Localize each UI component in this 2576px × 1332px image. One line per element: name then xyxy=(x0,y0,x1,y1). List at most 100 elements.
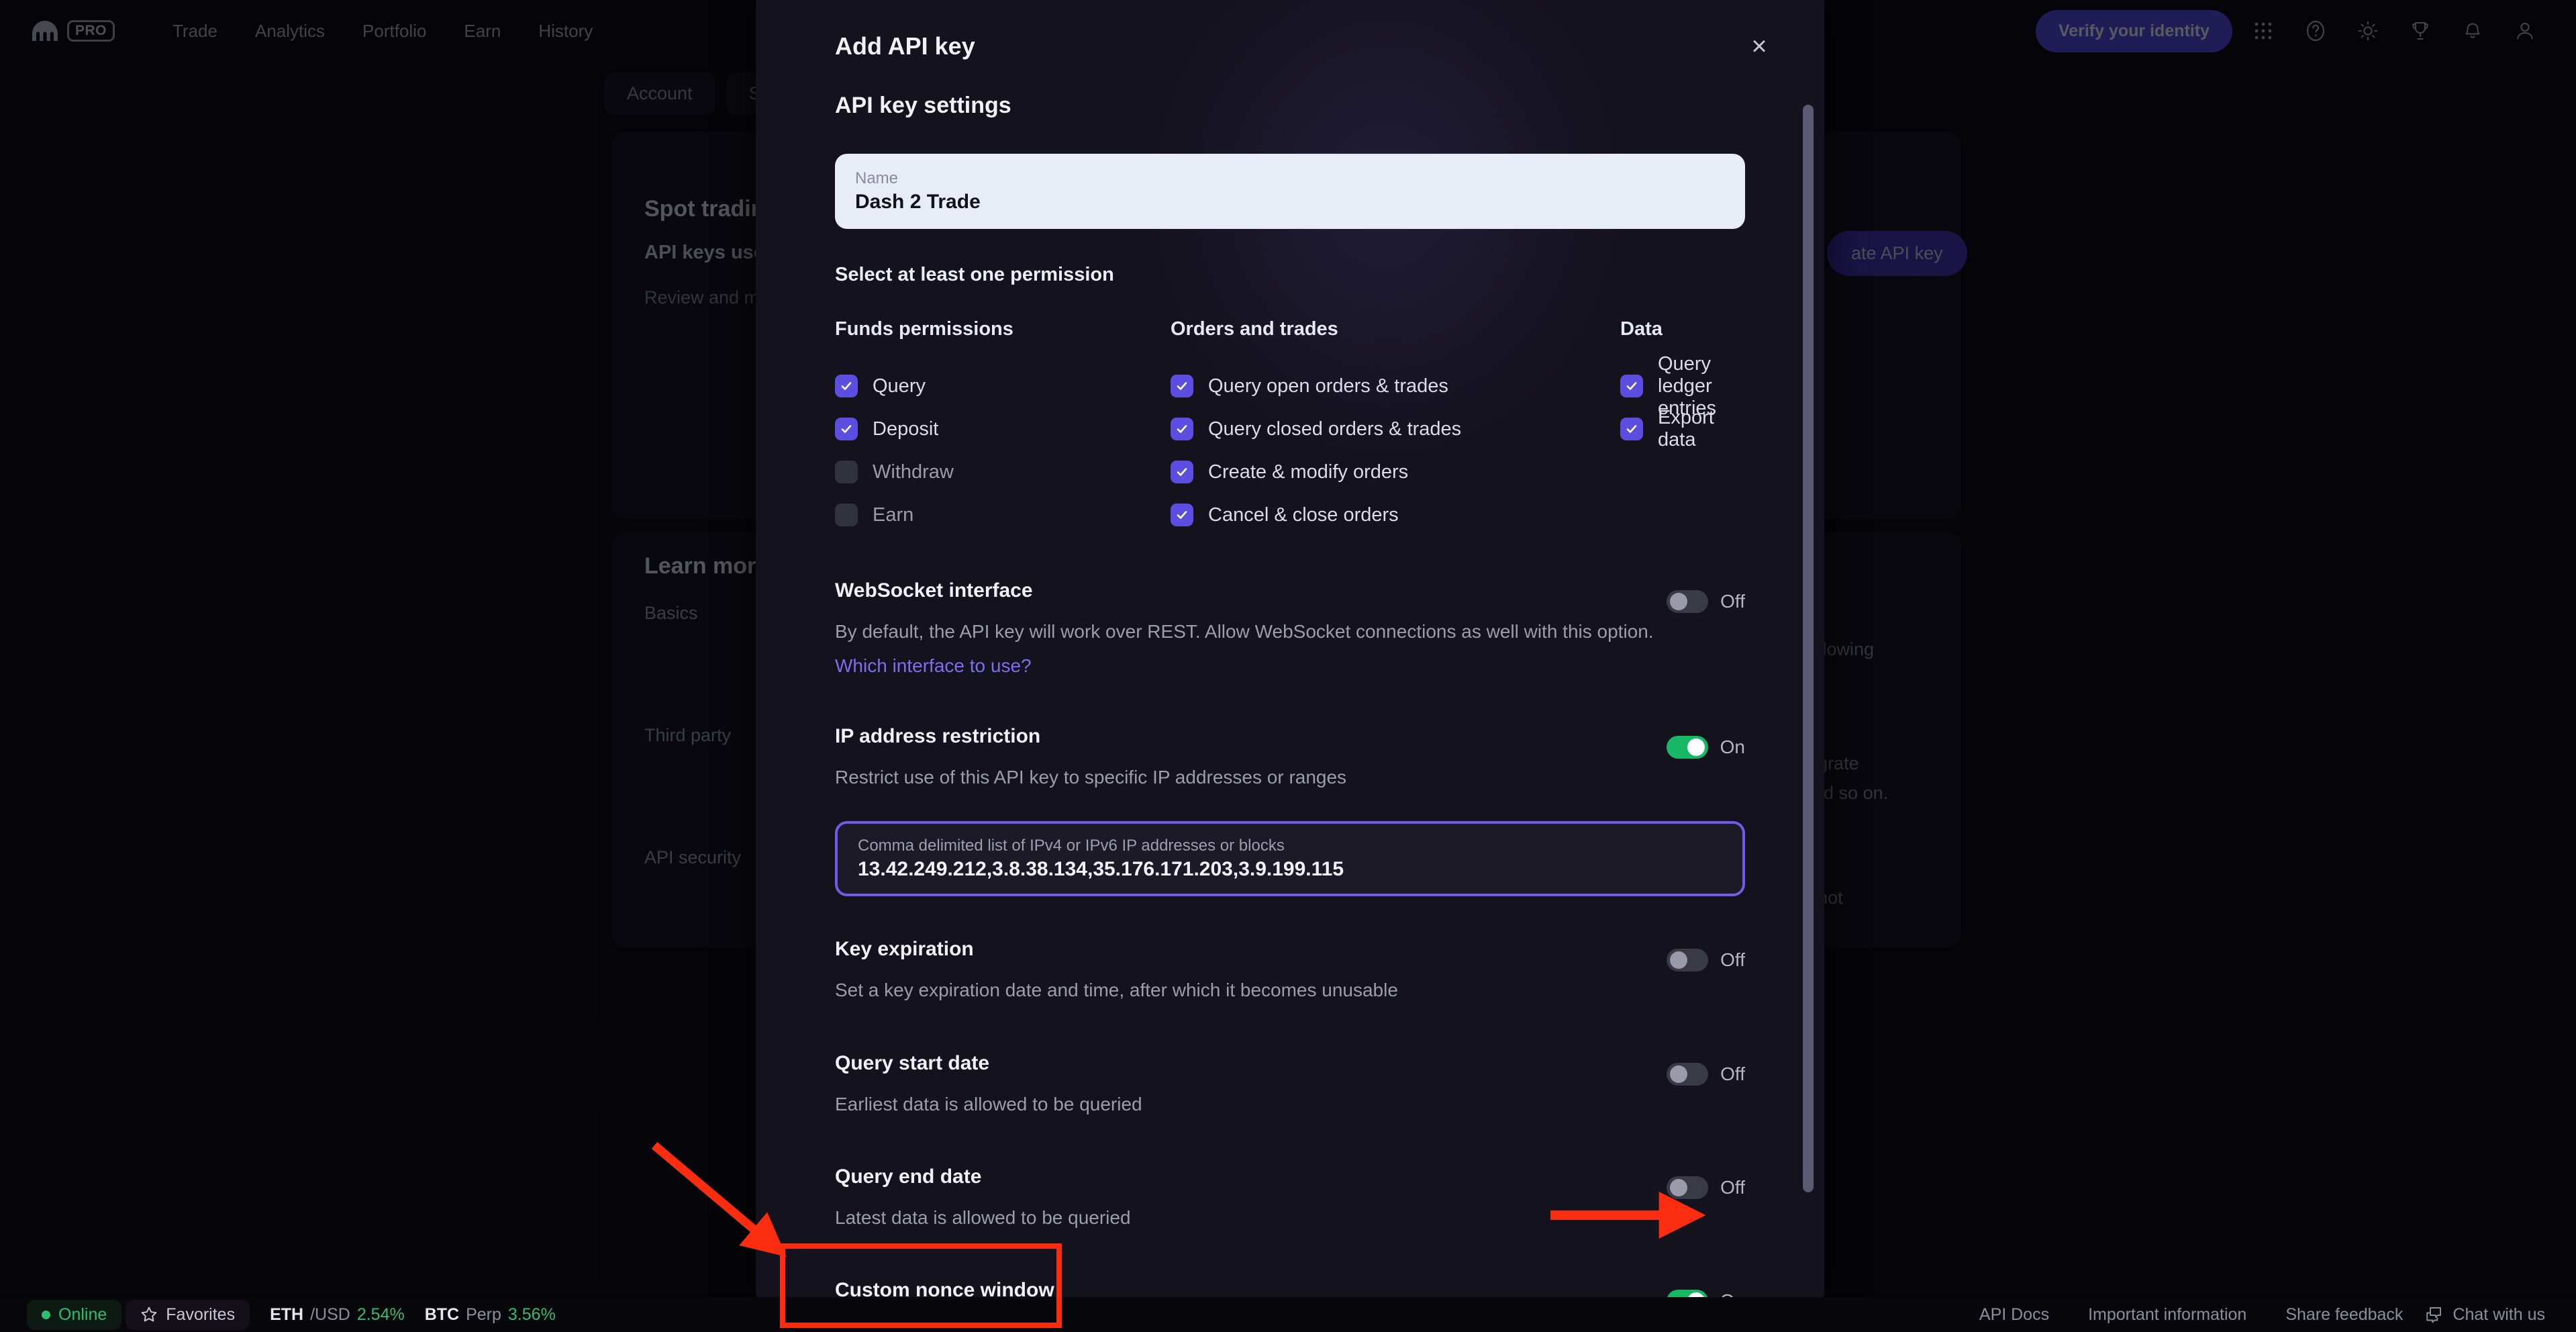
toggle-switch-off-icon[interactable] xyxy=(1667,590,1709,613)
favorites-button[interactable]: Favorites xyxy=(126,1299,250,1330)
status-dot-icon xyxy=(42,1310,50,1319)
chat-with-us-button[interactable]: Chat with us xyxy=(2424,1305,2549,1325)
toggle-switch-off-icon[interactable] xyxy=(1667,949,1709,972)
setting-description: By default, the API key will work over R… xyxy=(835,621,1654,642)
checkbox-checked-icon[interactable] xyxy=(1171,504,1193,526)
modal-title: Add API key xyxy=(835,32,975,60)
important-information-link[interactable]: Important information xyxy=(2071,1305,2264,1325)
permission-group-orders: Orders and trades Query open orders & tr… xyxy=(1171,318,1620,536)
checkbox-checked-icon[interactable] xyxy=(835,418,858,440)
orders-trades-heading: Orders and trades xyxy=(1171,318,1338,340)
setting-description: Restrict use of this API key to specific… xyxy=(835,767,1347,788)
funds-permissions-heading: Funds permissions xyxy=(835,318,1013,340)
permission-label: Query open orders & trades xyxy=(1208,375,1448,397)
name-input-value: Dash 2 Trade xyxy=(855,190,981,213)
permission-label: Query closed orders & trades xyxy=(1208,418,1462,440)
permission-query[interactable]: Query xyxy=(835,365,1171,408)
toggle-state-label: Off xyxy=(1720,591,1745,612)
toggle-switch-on-icon[interactable] xyxy=(1666,736,1708,759)
add-api-key-modal: Add API key × API key settings Name Dash… xyxy=(756,0,1824,1302)
setting-ip-restriction: IP address restriction Restrict use of t… xyxy=(835,701,1745,797)
ip-restriction-toggle[interactable]: On xyxy=(1666,736,1745,759)
checkbox-checked-icon[interactable] xyxy=(1620,418,1643,440)
ip-address-input-value: 13.42.249.212,3.8.38.134,35.176.171.203,… xyxy=(858,857,1344,880)
data-heading: Data xyxy=(1620,318,1663,340)
online-status-pill[interactable]: Online xyxy=(27,1299,122,1330)
checkbox-checked-icon[interactable] xyxy=(835,375,858,397)
setting-query-end-date: Query end date Latest data is allowed to… xyxy=(835,1141,1745,1237)
setting-title: WebSocket interface xyxy=(835,579,1033,602)
ip-address-input-label: Comma delimited list of IPv4 or IPv6 IP … xyxy=(858,836,1285,855)
toggle-state-label: Off xyxy=(1720,1176,1745,1198)
chat-bubble-icon xyxy=(2426,1307,2442,1323)
setting-description: Set a key expiration date and time, afte… xyxy=(835,980,1398,1001)
favorites-label: Favorites xyxy=(166,1304,236,1324)
permission-deposit[interactable]: Deposit xyxy=(835,408,1171,450)
modal-scrollbar-thumb[interactable] xyxy=(1803,105,1814,1192)
query-end-date-toggle[interactable]: Off xyxy=(1667,1176,1745,1199)
permission-label: Withdraw xyxy=(873,461,954,483)
permission-cancel-close-orders[interactable]: Cancel & close orders xyxy=(1171,493,1620,536)
permission-query-open-orders[interactable]: Query open orders & trades xyxy=(1171,365,1620,408)
permission-export-data[interactable]: Export data xyxy=(1620,407,1745,450)
permission-label: Query xyxy=(873,375,926,397)
status-bar: Online Favorites ETH /USD 2.54% BTC Perp… xyxy=(0,1297,2576,1332)
close-icon[interactable]: × xyxy=(1740,27,1779,66)
websocket-toggle[interactable]: Off xyxy=(1667,590,1745,613)
permission-withdraw[interactable]: Withdraw xyxy=(835,450,1171,493)
ticker-btc-perp[interactable]: BTC Perp 3.56% xyxy=(425,1305,556,1325)
api-docs-link[interactable]: API Docs xyxy=(1962,1305,2067,1325)
setting-description: Latest data is allowed to be queried xyxy=(835,1206,1131,1228)
permission-earn[interactable]: Earn xyxy=(835,493,1171,536)
setting-description: Earliest data is allowed to be queried xyxy=(835,1093,1142,1114)
key-expiration-toggle[interactable]: Off xyxy=(1667,949,1745,972)
toggle-state-label: Off xyxy=(1720,949,1745,971)
permission-query-ledger-entries[interactable]: Query ledger entries xyxy=(1620,353,1745,419)
modal-scrollbar-track[interactable] xyxy=(1803,99,1814,1214)
permission-label: Create & modify orders xyxy=(1208,461,1409,483)
permission-create-modify-orders[interactable]: Create & modify orders xyxy=(1171,450,1620,493)
toggle-switch-off-icon[interactable] xyxy=(1667,1176,1709,1199)
permission-label: Export data xyxy=(1658,407,1714,450)
ticker-pair: BTC xyxy=(424,1304,460,1324)
toggle-switch-off-icon[interactable] xyxy=(1667,1062,1709,1086)
modal-body: API key settings Name Dash 2 Trade Selec… xyxy=(756,93,1824,1302)
ticker-change: 3.56% xyxy=(507,1304,556,1324)
setting-key-expiration: Key expiration Set a key expiration date… xyxy=(835,914,1745,1010)
permission-group-funds: Funds permissions Query Deposit Withdraw xyxy=(835,318,1171,536)
modal-header: Add API key × xyxy=(756,0,1824,93)
setting-query-start-date: Query start date Earliest data is allowe… xyxy=(835,1028,1745,1124)
ticker-eth-usd[interactable]: ETH /USD 2.54% xyxy=(270,1305,405,1325)
permission-label: Deposit xyxy=(873,418,939,440)
ticker-change: 2.54% xyxy=(356,1304,405,1324)
permission-group-data: Data Query ledger entries Export data xyxy=(1620,318,1745,536)
setting-title: Query start date xyxy=(835,1051,990,1074)
setting-title: IP address restriction xyxy=(835,725,1041,748)
checkbox-checked-icon[interactable] xyxy=(1171,461,1193,483)
checkbox-unchecked-icon[interactable] xyxy=(835,461,858,483)
name-input-label: Name xyxy=(855,169,899,187)
setting-websocket-interface: WebSocket interface By default, the API … xyxy=(835,555,1745,683)
chat-with-us-label: Chat with us xyxy=(2453,1304,2545,1324)
star-icon xyxy=(141,1306,157,1322)
permission-query-closed-orders[interactable]: Query closed orders & trades xyxy=(1171,408,1620,450)
toggle-state-label: Off xyxy=(1720,1063,1745,1084)
permissions-help-text: Select at least one permission xyxy=(835,264,1114,285)
ticker-quote: Perp xyxy=(466,1304,501,1324)
checkbox-checked-icon[interactable] xyxy=(1171,375,1193,397)
name-input-field[interactable]: Name Dash 2 Trade xyxy=(835,154,1745,229)
query-start-date-toggle[interactable]: Off xyxy=(1667,1062,1745,1086)
ticker-quote: /USD xyxy=(310,1304,350,1324)
toggle-state-label: On xyxy=(1720,736,1745,758)
permission-label: Earn xyxy=(873,504,914,526)
setting-custom-nonce-window: Custom nonce window Add a value if nonce… xyxy=(835,1255,1745,1302)
ip-address-input-field[interactable]: Comma delimited list of IPv4 or IPv6 IP … xyxy=(835,821,1745,897)
setting-title: Query end date xyxy=(835,1165,982,1188)
checkbox-checked-icon[interactable] xyxy=(1171,418,1193,440)
checkbox-unchecked-icon[interactable] xyxy=(835,504,858,526)
online-status-label: Online xyxy=(58,1304,107,1324)
ticker-pair: ETH xyxy=(270,1304,304,1324)
which-interface-link[interactable]: Which interface to use? xyxy=(835,655,1032,677)
checkbox-checked-icon[interactable] xyxy=(1620,375,1643,397)
share-feedback-link[interactable]: Share feedback xyxy=(2268,1305,2420,1325)
